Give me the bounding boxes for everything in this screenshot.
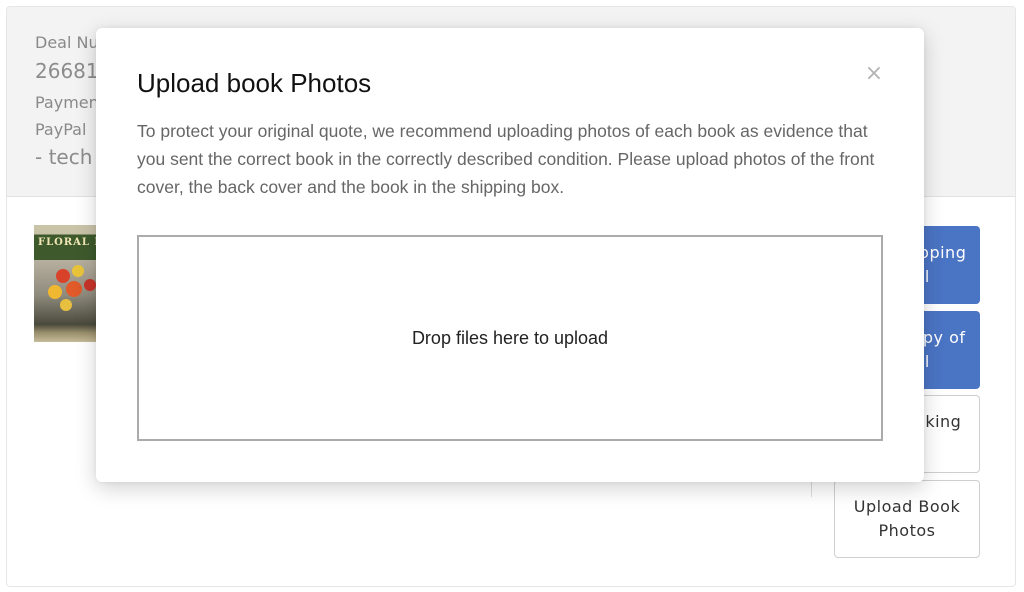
- modal-description: To protect your original quote, we recom…: [137, 121, 875, 197]
- close-icon[interactable]: ×: [862, 60, 886, 88]
- upload-photos-modal: Upload book Photos × To protect your ori…: [96, 28, 924, 482]
- modal-title: Upload book Photos: [137, 68, 372, 98]
- file-dropzone[interactable]: Drop files here to upload: [137, 235, 883, 441]
- dropzone-label: Drop files here to upload: [411, 327, 609, 348]
